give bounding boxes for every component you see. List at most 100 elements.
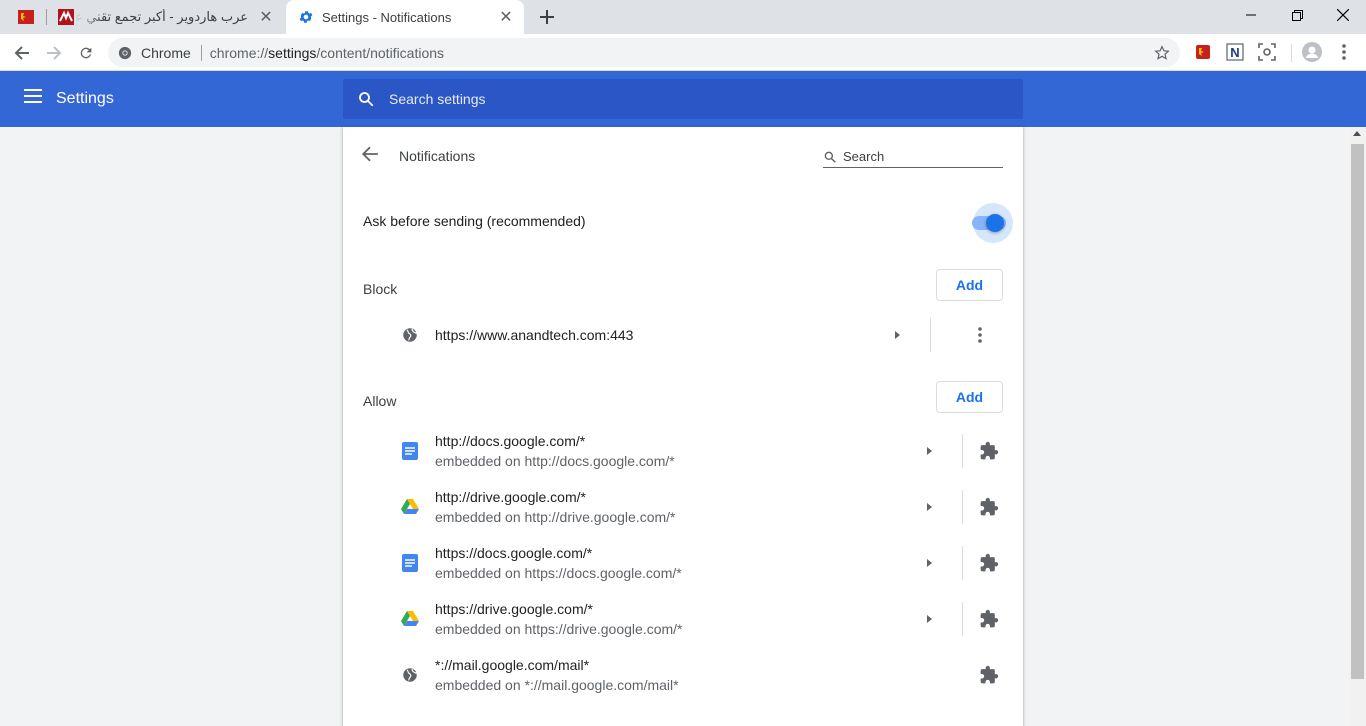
allowed-site-row[interactable]: http://drive.google.com/* embedded on ht… xyxy=(343,479,1023,535)
site-search[interactable]: Search xyxy=(823,146,1003,168)
settings-header: Settings xyxy=(0,71,1366,127)
gear-icon xyxy=(299,11,313,23)
globe-icon xyxy=(403,328,418,342)
tab-arabhardware[interactable]: عرب هاردوير - أكبر تجمع تقني عربي ✕ xyxy=(48,0,284,34)
tab-strip: عرب هاردوير - أكبر تجمع تقني عربي ✕ Sett… xyxy=(0,0,1366,34)
allow-section-label: Allow xyxy=(363,393,397,409)
browser-toolbar: Chrome chrome://settings/content/notific… xyxy=(0,34,1366,71)
site-text: *://mail.google.com/mail* embedded on *:… xyxy=(435,657,679,693)
allowed-site-row[interactable]: http://docs.google.com/* embedded on htt… xyxy=(343,423,1023,479)
address-bar[interactable]: Chrome chrome://settings/content/notific… xyxy=(108,38,1180,67)
close-window-button[interactable] xyxy=(1320,0,1366,30)
svg-text:N: N xyxy=(1230,45,1239,60)
subpage-header: Notifications Search xyxy=(343,127,1023,183)
reload-icon xyxy=(80,47,92,59)
more-actions-button[interactable] xyxy=(968,323,992,347)
puzzle-icon xyxy=(980,553,999,572)
red-flag-favicon xyxy=(18,10,34,24)
arrow-right-icon xyxy=(47,46,62,60)
extension-button[interactable]: N xyxy=(1225,42,1245,62)
search-icon xyxy=(359,92,374,107)
blocked-site-row[interactable]: https://www.anandtech.com:443 xyxy=(343,307,1023,363)
vertical-dots-icon xyxy=(978,327,982,343)
row-separator xyxy=(962,602,963,636)
bookmark-star-button[interactable] xyxy=(1152,43,1172,63)
site-text: https://drive.google.com/* embedded on h… xyxy=(435,601,683,637)
add-block-button[interactable]: Add xyxy=(936,269,1003,301)
extension-policy-button[interactable] xyxy=(977,607,1001,631)
restore-button[interactable] xyxy=(1274,0,1320,30)
globe-icon xyxy=(403,668,418,682)
url-text: chrome://settings/content/notifications xyxy=(209,44,445,61)
puzzle-icon xyxy=(980,497,999,516)
extension-button[interactable] xyxy=(1257,42,1277,62)
reload-button[interactable] xyxy=(72,39,100,67)
tab-title: عرب هاردوير - أكبر تجمع تقني عربي xyxy=(74,9,248,24)
n-extension-icon: N xyxy=(1226,43,1244,61)
site-text: http://docs.google.com/* embedded on htt… xyxy=(435,433,675,469)
google-drive-icon xyxy=(401,611,419,626)
site-text: http://drive.google.com/* embedded on ht… xyxy=(435,489,676,525)
puzzle-icon xyxy=(980,665,999,684)
chrome-icon xyxy=(118,46,132,59)
google-docs-icon xyxy=(402,554,418,572)
new-tab-button[interactable] xyxy=(536,6,558,28)
tab-pinned[interactable] xyxy=(6,0,46,34)
scroll-up-arrow[interactable] xyxy=(1353,131,1361,136)
triangle-right-icon[interactable] xyxy=(891,329,903,341)
search-input[interactable] xyxy=(389,91,989,107)
site-text: https://docs.google.com/* embedded on ht… xyxy=(435,545,682,581)
back-button[interactable] xyxy=(8,39,36,67)
add-allow-button[interactable]: Add xyxy=(936,381,1003,413)
extension-policy-button[interactable] xyxy=(977,551,1001,575)
restore-icon xyxy=(1291,9,1303,21)
tab-title: Settings - Notifications xyxy=(322,9,452,25)
extension-policy-button[interactable] xyxy=(977,495,1001,519)
profile-button[interactable] xyxy=(1302,42,1322,62)
menu-button[interactable] xyxy=(1334,42,1354,62)
omnibox-divider xyxy=(200,44,202,61)
scroll-thumb[interactable] xyxy=(1351,144,1364,679)
arrow-left-icon xyxy=(361,146,378,162)
minimize-icon xyxy=(1246,14,1256,16)
triangle-right-icon[interactable] xyxy=(923,501,935,513)
allowed-site-row[interactable]: https://docs.google.com/* embedded on ht… xyxy=(343,535,1023,591)
ask-before-sending-label: Ask before sending (recommended) xyxy=(363,213,586,229)
tab-separator xyxy=(46,9,47,25)
page-scrollbar[interactable] xyxy=(1349,127,1366,726)
extension-button[interactable] xyxy=(1193,42,1213,62)
arrow-left-icon xyxy=(14,46,29,60)
minimize-button[interactable] xyxy=(1228,0,1274,30)
arabhardware-favicon xyxy=(58,9,74,25)
close-icon[interactable]: ✕ xyxy=(256,7,276,27)
red-flag-icon xyxy=(1196,45,1210,59)
row-separator xyxy=(962,490,963,524)
ask-before-sending-toggle[interactable] xyxy=(955,203,1015,243)
tab-settings[interactable]: Settings - Notifications ✕ xyxy=(286,0,524,34)
security-chip[interactable]: Chrome xyxy=(108,45,191,61)
close-icon[interactable]: ✕ xyxy=(496,7,516,27)
settings-search[interactable] xyxy=(343,79,1023,119)
toolbar-separator xyxy=(1291,44,1292,62)
site-search-label: Search xyxy=(843,149,885,164)
row-separator xyxy=(930,318,931,352)
vertical-dots-icon xyxy=(1342,44,1346,60)
extension-policy-button[interactable] xyxy=(977,439,1001,463)
back-button[interactable] xyxy=(361,145,381,165)
star-icon xyxy=(1154,45,1170,60)
triangle-right-icon[interactable] xyxy=(923,613,935,625)
main-menu-button[interactable] xyxy=(24,89,44,109)
puzzle-icon xyxy=(980,609,999,628)
triangle-right-icon[interactable] xyxy=(923,445,935,457)
search-icon xyxy=(824,151,836,163)
allowed-site-row[interactable]: *://mail.google.com/mail* embedded on *:… xyxy=(343,647,1023,703)
row-separator xyxy=(962,434,963,468)
forward-button[interactable] xyxy=(40,39,68,67)
avatar-icon xyxy=(1302,42,1322,62)
google-docs-icon xyxy=(402,442,418,460)
allowed-site-row[interactable]: https://drive.google.com/* embedded on h… xyxy=(343,591,1023,647)
triangle-right-icon[interactable] xyxy=(923,557,935,569)
extension-policy-button[interactable] xyxy=(977,663,1001,687)
site-url: https://www.anandtech.com:443 xyxy=(435,327,634,343)
close-icon xyxy=(1337,9,1349,21)
